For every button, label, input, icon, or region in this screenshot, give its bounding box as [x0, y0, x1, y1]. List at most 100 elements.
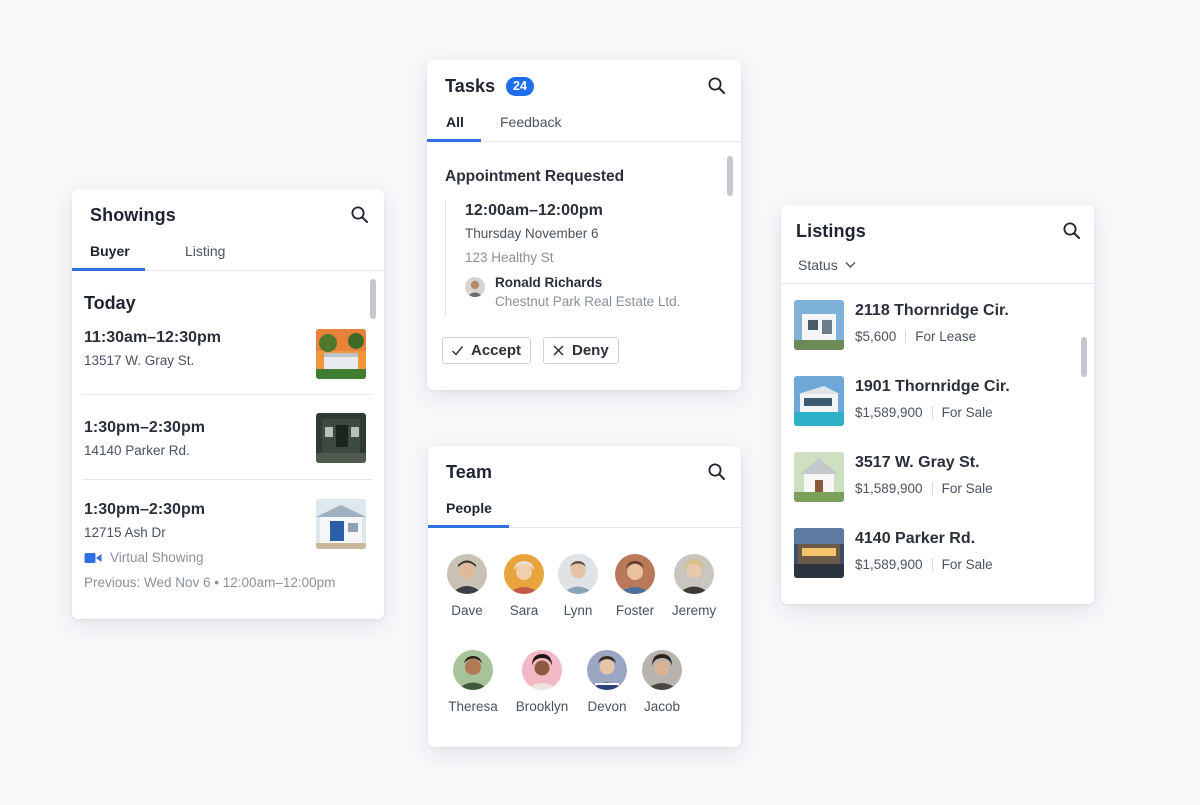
task-requester: Ronald Richards Chestnut Park Real Estat…	[465, 275, 725, 309]
team-member[interactable]: Jeremy	[664, 554, 724, 618]
team-header: Team	[428, 446, 741, 490]
previous-showing: Previous: Wed Nov 6 • 12:00am–12:00pm	[84, 575, 336, 590]
requester-company: Chestnut Park Real Estate Ltd.	[495, 294, 681, 309]
tab-buyer[interactable]: Buyer	[90, 243, 130, 271]
task-timeline-rail	[445, 200, 446, 315]
divider	[931, 482, 933, 495]
showing-item[interactable]: 11:30am–12:30pm 13517 W. Gray St.	[84, 329, 366, 379]
team-search-button[interactable]	[707, 462, 727, 482]
close-icon	[553, 345, 564, 356]
search-icon	[1063, 222, 1080, 239]
tasks-card: Tasks 24 All Feedback Appointment Reques…	[427, 60, 741, 390]
listings-search-button[interactable]	[1062, 221, 1082, 241]
divider	[931, 558, 933, 571]
member-name: Foster	[615, 603, 655, 618]
team-member[interactable]: Devon	[577, 650, 637, 714]
listing-meta: $1,589,900 For Sale	[855, 481, 993, 496]
listing-status: For Sale	[941, 405, 993, 420]
check-icon	[452, 346, 464, 356]
listings-header: Listings	[781, 205, 1094, 249]
member-name: Sara	[509, 603, 539, 618]
team-member[interactable]: Lynn	[548, 554, 608, 618]
avatar	[504, 554, 544, 594]
status-filter-label: Status	[798, 257, 838, 273]
listing-status: For Sale	[941, 481, 993, 496]
listings-title: Listings	[796, 221, 866, 241]
property-photo	[316, 413, 366, 463]
property-photo	[316, 499, 366, 549]
virtual-showing-label: Virtual Showing	[84, 550, 366, 565]
task-details: 12:00am–12:00pm Thursday November 6 123 …	[465, 202, 725, 309]
task-address: 123 Healthy St	[465, 250, 554, 265]
tasks-tabs: All Feedback	[427, 104, 741, 142]
listing-status: For Lease	[915, 329, 977, 344]
listings-header-divider	[781, 283, 1094, 284]
tab-listing[interactable]: Listing	[185, 243, 225, 271]
team-member[interactable]: Theresa	[443, 650, 503, 714]
listing-price: $1,589,900	[855, 557, 923, 572]
showings-scrollbar[interactable]	[370, 279, 376, 319]
listing-meta: $1,589,900 For Sale	[855, 557, 993, 572]
listings-card: Listings Status 2118 Thornridge Cir. $5,…	[781, 205, 1094, 604]
avatar	[522, 650, 562, 690]
member-name: Lynn	[563, 603, 593, 618]
showings-tabs: Buyer Listing	[72, 233, 384, 271]
showings-card: Showings Buyer Listing Today 11:30am–12:…	[72, 189, 384, 619]
search-icon	[351, 206, 368, 223]
virtual-showing-text: Virtual Showing	[110, 550, 204, 565]
deny-button[interactable]: Deny	[543, 337, 619, 364]
showings-title: Showings	[90, 205, 176, 225]
listing-item[interactable]: 4140 Parker Rd. $1,589,900 For Sale	[794, 528, 1074, 578]
listing-status: For Sale	[941, 557, 993, 572]
property-photo	[794, 300, 844, 350]
team-member[interactable]: Jacob	[632, 650, 692, 714]
tab-active-indicator	[427, 139, 481, 142]
avatar	[615, 554, 655, 594]
member-name: Dave	[451, 603, 483, 618]
search-icon	[708, 77, 725, 94]
property-photo	[316, 329, 366, 379]
tasks-search-button[interactable]	[707, 76, 727, 96]
avatar	[587, 650, 627, 690]
search-icon	[708, 463, 725, 480]
listing-price: $1,589,900	[855, 405, 923, 420]
showing-item[interactable]: 1:30pm–2:30pm 12715 Ash Dr Virtual Showi…	[84, 499, 366, 590]
listing-item[interactable]: 3517 W. Gray St. $1,589,900 For Sale	[794, 452, 1074, 502]
requester-name: Ronald Richards	[495, 275, 603, 290]
team-member[interactable]: Foster	[605, 554, 665, 618]
member-name: Jeremy	[671, 603, 717, 618]
avatar	[558, 554, 598, 594]
divider	[931, 406, 933, 419]
tasks-title: Tasks	[445, 76, 496, 96]
showings-search-button[interactable]	[350, 205, 370, 225]
listing-price: $1,589,900	[855, 481, 923, 496]
listing-item[interactable]: 1901 Thornridge Cir. $1,589,900 For Sale	[794, 376, 1074, 426]
avatar	[453, 650, 493, 690]
tasks-count-badge: 24	[506, 77, 534, 96]
listing-item[interactable]: 2118 Thornridge Cir. $5,600 For Lease	[794, 300, 1074, 350]
accept-button[interactable]: Accept	[442, 337, 532, 364]
section-heading-today: Today	[84, 293, 136, 313]
divider	[82, 394, 372, 395]
listing-address: 2118 Thornridge Cir.	[855, 302, 1009, 319]
divider	[905, 330, 907, 343]
tasks-header: Tasks 24	[427, 60, 741, 104]
team-title: Team	[446, 462, 493, 482]
team-member[interactable]: Brooklyn	[512, 650, 572, 714]
avatar	[642, 650, 682, 690]
listing-address: 4140 Parker Rd.	[855, 530, 976, 547]
team-member[interactable]: Dave	[437, 554, 497, 618]
tab-active-indicator	[428, 525, 509, 528]
listing-address: 3517 W. Gray St.	[855, 454, 980, 471]
showing-item[interactable]: 1:30pm–2:30pm 14140 Parker Rd.	[84, 413, 366, 463]
tasks-scrollbar[interactable]	[727, 156, 733, 196]
deny-label: Deny	[572, 342, 609, 359]
listings-scrollbar[interactable]	[1081, 337, 1087, 377]
status-filter-dropdown[interactable]: Status	[798, 257, 856, 273]
tab-feedback[interactable]: Feedback	[500, 114, 561, 142]
avatar	[674, 554, 714, 594]
chevron-down-icon	[845, 262, 856, 268]
team-member[interactable]: Sara	[494, 554, 554, 618]
tab-all[interactable]: All	[446, 114, 464, 142]
tab-people[interactable]: People	[446, 500, 492, 528]
